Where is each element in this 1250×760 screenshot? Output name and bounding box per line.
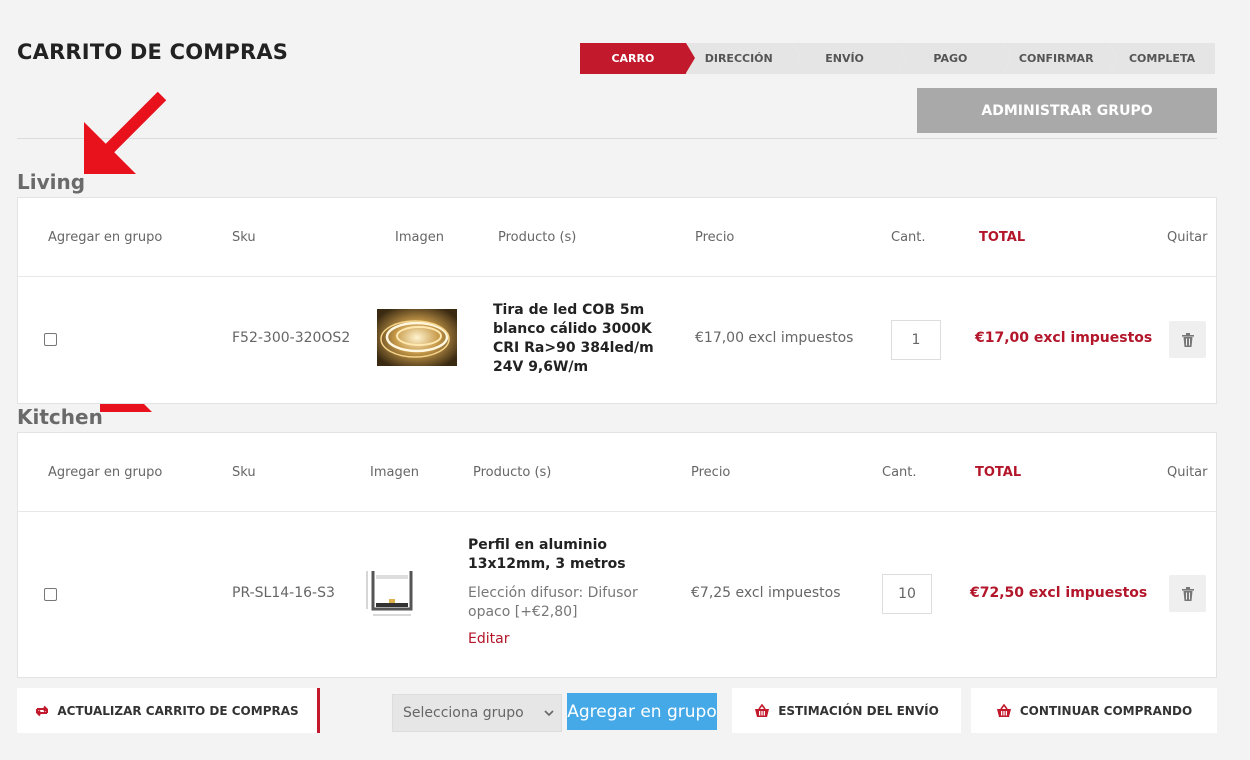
continue-shopping-button[interactable]: CONTINUAR COMPRANDO	[971, 688, 1217, 733]
add-to-group-button[interactable]: Agregar en grupo	[567, 693, 717, 730]
quantity-input[interactable]: 1	[891, 320, 941, 360]
group-title-living: Living	[17, 170, 86, 194]
col-price: Precio	[695, 230, 735, 245]
table-row: F52-300-320OS2 Tira de led COB 5m blanco…	[18, 277, 1216, 403]
add-to-group-checkbox[interactable]	[44, 588, 57, 601]
col-add-group: Agregar en grupo	[48, 230, 163, 245]
trash-icon	[1181, 586, 1194, 601]
sku: F52-300-320OS2	[232, 330, 351, 346]
sku: PR-SL14-16-S3	[232, 585, 335, 601]
page-title: CARRITO DE COMPRAS	[17, 40, 289, 64]
unit-price: €17,00 excl impuestos	[695, 330, 854, 346]
estimate-shipping-button[interactable]: ESTIMACIÓN DEL ENVÍO	[732, 688, 961, 733]
remove-button[interactable]	[1169, 575, 1206, 612]
checkout-steps: CARRO DIRECCIÓN ENVÍO PAGO CONFIRMAR COM…	[580, 43, 1215, 74]
row-total: €17,00 excl impuestos	[975, 330, 1153, 346]
product-name[interactable]: Tira de led COB 5m blanco cálido 3000K C…	[493, 301, 663, 377]
col-price: Precio	[691, 465, 731, 480]
col-total: TOTAL	[979, 230, 1026, 245]
step-direccion[interactable]: DIRECCIÓN	[685, 43, 801, 74]
col-product: Producto (s)	[473, 465, 552, 480]
group-select[interactable]: Selecciona grupo	[392, 694, 562, 732]
remove-button[interactable]	[1169, 321, 1206, 358]
refresh-icon	[36, 705, 49, 716]
col-qty: Cant.	[882, 465, 917, 480]
col-product: Producto (s)	[498, 230, 577, 245]
add-to-group-checkbox[interactable]	[44, 333, 57, 346]
step-pago[interactable]: PAGO	[897, 43, 1013, 74]
col-sku: Sku	[232, 230, 256, 245]
col-add-group: Agregar en grupo	[48, 465, 163, 480]
col-qty: Cant.	[891, 230, 926, 245]
step-completa[interactable]: COMPLETA	[1109, 43, 1215, 74]
table-row: PR-SL14-16-S3 Perfil en aluminio 13x12mm…	[18, 512, 1216, 677]
chevron-down-icon	[544, 710, 554, 717]
col-image: Imagen	[370, 465, 419, 480]
col-image: Imagen	[395, 230, 444, 245]
admin-group-button[interactable]: ADMINISTRAR GRUPO	[917, 88, 1217, 133]
table-header: Agregar en grupo Sku Imagen Producto (s)…	[18, 198, 1216, 277]
group-title-kitchen: Kitchen	[17, 405, 103, 429]
trash-icon	[1181, 332, 1194, 347]
continue-shopping-label: CONTINUAR COMPRANDO	[1019, 703, 1193, 718]
product-image[interactable]	[377, 309, 457, 366]
basket-icon	[755, 703, 770, 717]
basket-icon	[996, 703, 1011, 717]
quantity-input[interactable]: 10	[882, 574, 932, 614]
update-cart-label: ACTUALIZAR CARRITO DE COMPRAS	[57, 703, 299, 718]
group-select-value: Selecciona grupo	[403, 705, 524, 721]
col-sku: Sku	[232, 465, 256, 480]
cart-table-living: Agregar en grupo Sku Imagen Producto (s)…	[17, 197, 1217, 404]
col-remove: Quitar	[1167, 465, 1208, 480]
divider	[17, 138, 1217, 139]
product-image[interactable]	[363, 567, 421, 619]
product-attribute: Elección difusor: Difusor opaco [+€2,80]	[468, 585, 638, 620]
row-total: €72,50 excl impuestos	[970, 585, 1148, 601]
product-name[interactable]: Perfil en aluminio 13x12mm, 3 metros	[468, 536, 658, 574]
cart-table-kitchen: Agregar en grupo Sku Imagen Producto (s)…	[17, 432, 1217, 678]
unit-price: €7,25 excl impuestos	[691, 585, 841, 601]
step-envio[interactable]: ENVÍO	[791, 43, 907, 74]
table-header: Agregar en grupo Sku Imagen Producto (s)…	[18, 433, 1216, 512]
edit-link[interactable]: Editar	[468, 631, 509, 647]
col-total: TOTAL	[975, 465, 1022, 480]
estimate-shipping-label: ESTIMACIÓN DEL ENVÍO	[778, 703, 939, 718]
step-confirmar[interactable]: CONFIRMAR	[1003, 43, 1118, 74]
col-remove: Quitar	[1167, 230, 1208, 245]
step-carro[interactable]: CARRO	[580, 43, 695, 74]
red-arrow-icon	[84, 91, 167, 174]
update-cart-button[interactable]: ACTUALIZAR CARRITO DE COMPRAS	[17, 688, 320, 733]
